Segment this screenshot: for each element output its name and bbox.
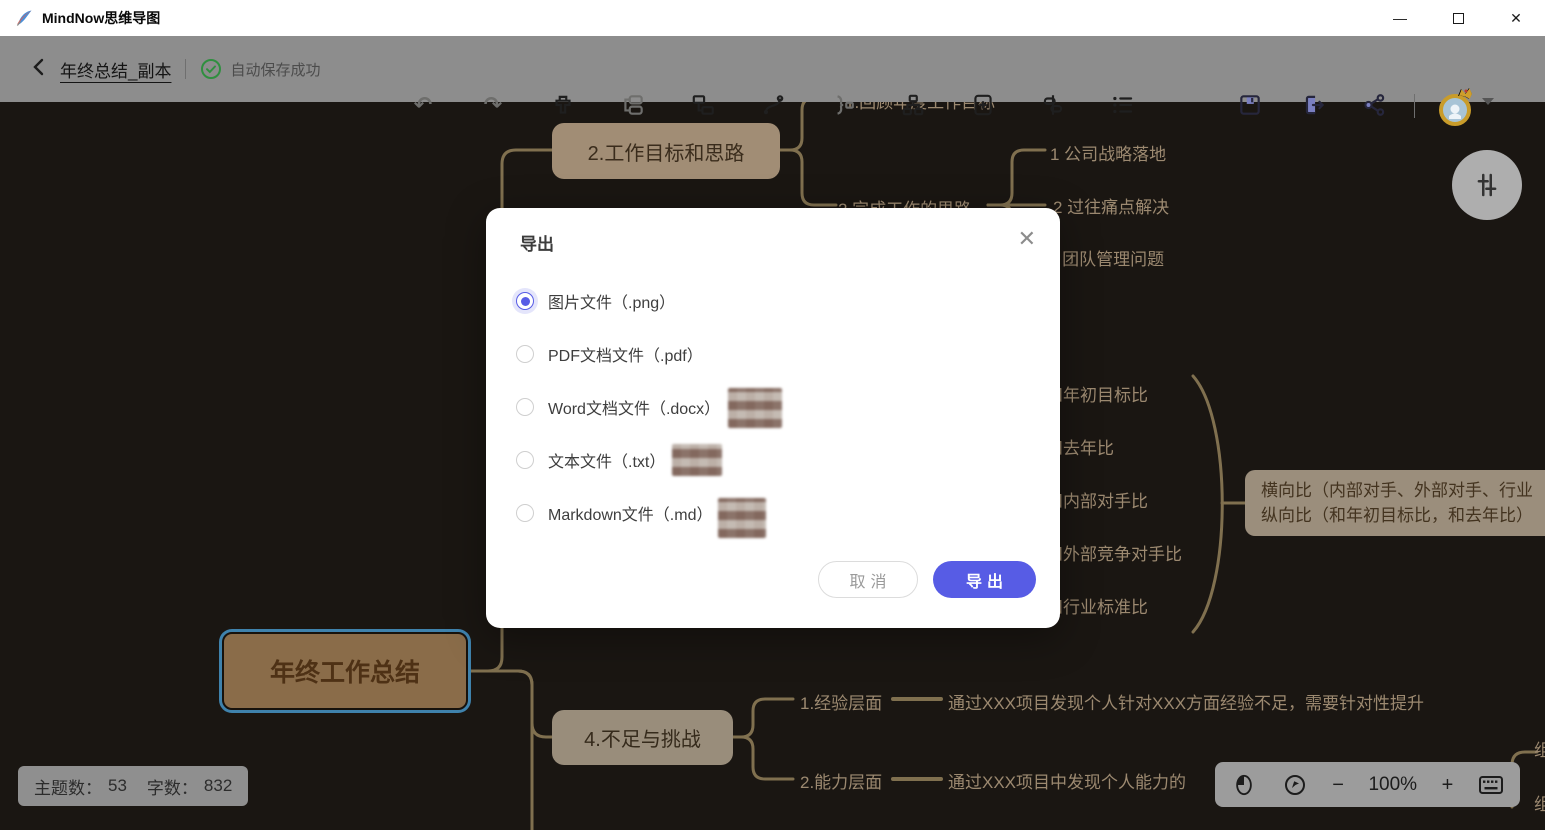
- insert-sibling-node-icon[interactable]: [614, 86, 652, 124]
- node-challenges[interactable]: 4.不足与挑战: [552, 710, 733, 765]
- zoom-out-button[interactable]: −: [1332, 775, 1344, 795]
- insert-box-icon[interactable]: [964, 86, 1002, 124]
- statistics-bar: 主题数： 53 字数： 832: [18, 766, 248, 806]
- export-dialog: 导出 ✕ 图片文件（.png） PDF文档文件（.pdf） Word文档文件（.…: [486, 208, 1060, 628]
- outline-list-icon[interactable]: [1104, 86, 1142, 124]
- branch-clipped-top: 组: [1534, 736, 1545, 761]
- back-button[interactable]: [30, 57, 46, 82]
- radio[interactable]: [516, 451, 534, 469]
- window-titlebar: MindNow思维导图 — ✕: [0, 0, 1545, 36]
- words-value: 832: [204, 776, 232, 796]
- option-png[interactable]: 图片文件（.png）: [516, 288, 675, 314]
- radio[interactable]: [516, 345, 534, 363]
- export-icon[interactable]: [1295, 86, 1333, 124]
- branch-cmp3[interactable]: 和内部对手比: [1046, 487, 1148, 512]
- close-icon[interactable]: ✕: [1018, 228, 1036, 250]
- node-summary-compare[interactable]: 横向比（内部对手、外部对手、行业 纵向比（和年初目标比，和去年比）: [1245, 470, 1545, 536]
- app-title: MindNow思维导图: [42, 8, 160, 28]
- radio[interactable]: [516, 504, 534, 522]
- theme-style-icon[interactable]: [1034, 86, 1072, 124]
- canvas-control-bar: − 100% +: [1215, 762, 1520, 807]
- mindnow-logo-icon: [14, 8, 34, 28]
- zoom-level: 100%: [1368, 774, 1417, 796]
- relation-line-icon[interactable]: [754, 86, 792, 124]
- toolbar: 年终总结_副本 自动保存成功 ↶ ↷: [0, 36, 1545, 102]
- topics-label: 主题数：: [34, 774, 102, 799]
- censored-badge: [728, 388, 782, 428]
- insert-child-node-icon[interactable]: [684, 86, 722, 124]
- structure-icon[interactable]: [894, 86, 932, 124]
- option-docx[interactable]: Word文档文件（.docx）: [516, 394, 720, 420]
- option-label: Markdown文件（.md）: [548, 501, 712, 525]
- autosave-text: 自动保存成功: [230, 59, 320, 80]
- option-label: 文本文件（.txt）: [548, 448, 665, 472]
- cancel-button[interactable]: 取消: [818, 561, 918, 598]
- locate-center-icon[interactable]: [1282, 772, 1308, 798]
- branch-experience-detail[interactable]: 通过XXX项目发现个人针对XXX方面经验不足，需要针对性提升: [948, 689, 1424, 714]
- radio[interactable]: [516, 398, 534, 416]
- branch-painpoints[interactable]: 2 过往痛点解决: [1053, 193, 1169, 218]
- summary-line-2: 纵向比（和年初目标比，和去年比）: [1261, 503, 1533, 529]
- option-label: 图片文件（.png）: [548, 289, 675, 313]
- option-md[interactable]: Markdown文件（.md）: [516, 500, 712, 526]
- branch-cmp1[interactable]: 和年初目标比: [1046, 381, 1148, 406]
- summary-brace-icon[interactable]: [824, 86, 862, 124]
- save-icon[interactable]: [1231, 86, 1269, 124]
- dialog-title: 导出: [520, 230, 554, 255]
- words-label: 字数：: [147, 774, 198, 799]
- share-icon[interactable]: [1356, 86, 1394, 124]
- branch-clipped-bottom: 组: [1534, 790, 1545, 815]
- style-panel-button[interactable]: [1452, 150, 1522, 220]
- undo-icon[interactable]: ↶: [404, 86, 442, 124]
- keyboard-shortcuts-icon[interactable]: [1478, 772, 1504, 798]
- minimize-button[interactable]: —: [1371, 0, 1429, 36]
- option-label: PDF文档文件（.pdf）: [548, 342, 703, 366]
- branch-cmp5[interactable]: 和行业标准比: [1046, 593, 1148, 618]
- autosave-indicator: 自动保存成功: [200, 58, 320, 80]
- radio-selected[interactable]: [516, 292, 534, 310]
- tune-sliders-icon: [1472, 170, 1502, 200]
- option-pdf[interactable]: PDF文档文件（.pdf）: [516, 341, 703, 367]
- topics-value: 53: [108, 776, 127, 796]
- option-txt[interactable]: 文本文件（.txt）: [516, 447, 665, 473]
- export-confirm-button[interactable]: 导出: [933, 561, 1036, 598]
- branch-strategy[interactable]: 1 公司战略落地: [1050, 140, 1166, 165]
- divider: [1414, 94, 1415, 118]
- app-window: 2.工作目标和思路 年终工作总结 4.不足与挑战 横向比（内部对手、外部对手、行…: [0, 0, 1545, 830]
- redo-icon[interactable]: ↷: [474, 86, 512, 124]
- summary-line-1: 横向比（内部对手、外部对手、行业: [1261, 478, 1533, 504]
- avatar[interactable]: [1436, 84, 1476, 128]
- branch-ability[interactable]: 2.能力层面: [800, 768, 882, 793]
- chevron-down-icon[interactable]: [1482, 98, 1494, 105]
- maximize-button[interactable]: [1429, 0, 1487, 36]
- check-circle-icon: [200, 58, 222, 80]
- branch-cmp4[interactable]: 和外部竞争对手比: [1046, 540, 1182, 565]
- mouse-mode-icon[interactable]: [1231, 772, 1257, 798]
- branch-team[interactable]: 3 团队管理问题: [1048, 245, 1164, 270]
- document-title[interactable]: 年终总结_副本: [60, 57, 171, 82]
- branch-experience[interactable]: 1.经验层面: [800, 689, 882, 714]
- node-goals[interactable]: 2.工作目标和思路: [552, 123, 780, 179]
- format-painter-icon[interactable]: [544, 86, 582, 124]
- branch-ability-detail[interactable]: 通过XXX项目中发现个人能力的: [948, 768, 1186, 793]
- censored-badge: [718, 498, 766, 538]
- divider: [185, 59, 186, 79]
- zoom-in-button[interactable]: +: [1442, 775, 1454, 795]
- node-root-selected[interactable]: 年终工作总结: [222, 632, 468, 710]
- close-window-button[interactable]: ✕: [1487, 0, 1545, 36]
- censored-badge: [672, 444, 722, 476]
- option-label: Word文档文件（.docx）: [548, 395, 720, 419]
